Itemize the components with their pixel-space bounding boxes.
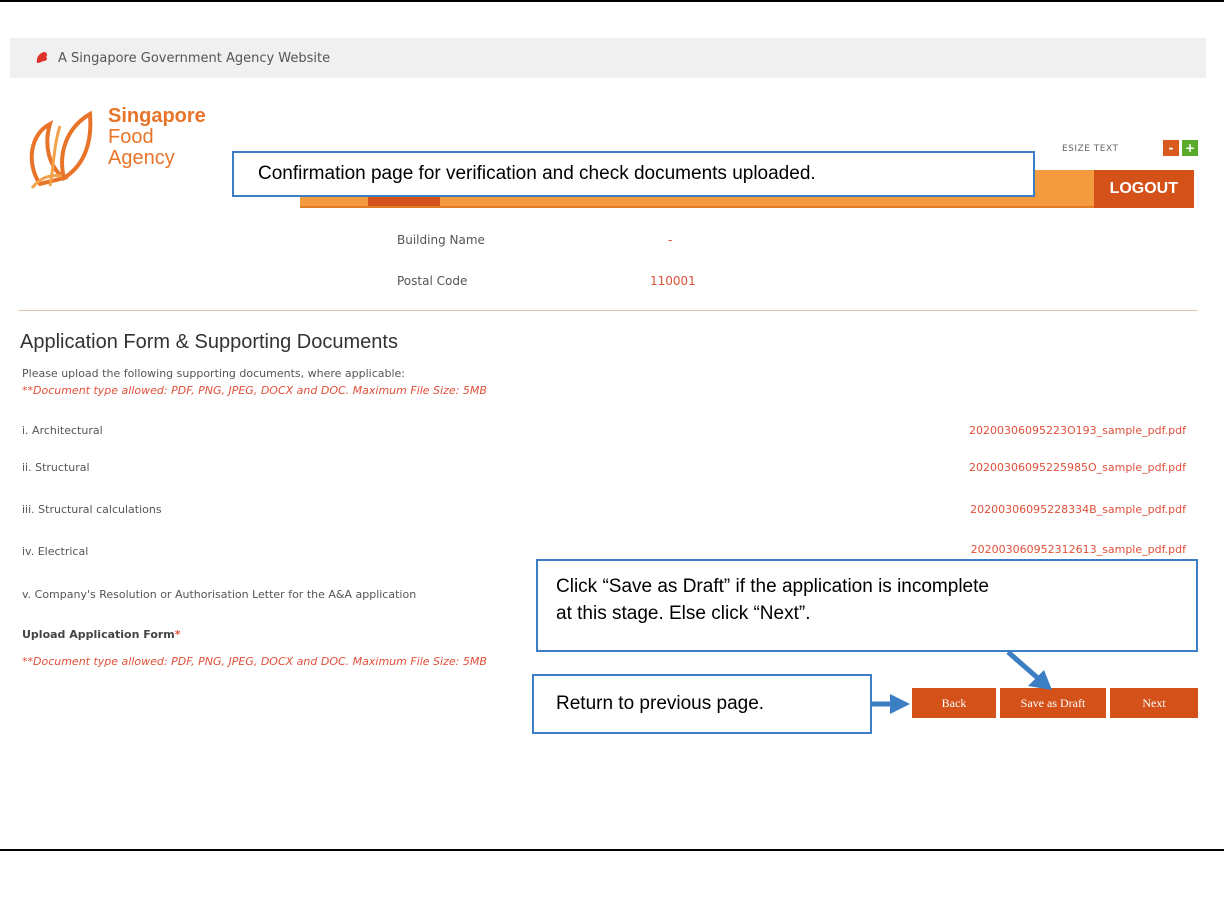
doc-file-electrical[interactable]: 202003060952312613_sample_pdf.pdf (971, 543, 1186, 556)
arrow-to-save-draft-icon (1006, 650, 1052, 690)
callout-draft-line-2: at this stage. Else click “Next”. (556, 603, 811, 624)
callout-draft-line-1: Click “Save as Draft” if the application… (556, 576, 989, 597)
callout-confirmation-text: Confirmation page for verification and c… (258, 163, 816, 184)
callout-back: Return to previous page. (532, 674, 872, 734)
frame-top-line (0, 0, 1224, 2)
logo-line-1: Singapore (108, 105, 206, 127)
building-name-value: - (668, 233, 673, 247)
postal-code-value: 110001 (650, 274, 696, 288)
government-masthead: A Singapore Government Agency Website (10, 38, 1206, 78)
callout-back-text: Return to previous page. (556, 693, 765, 714)
doc-label-structural-calculations: iii. Structural calculations (22, 503, 162, 516)
section-description: Please upload the following supporting d… (22, 367, 406, 380)
resize-text-label: ESIZE TEXT (1062, 144, 1119, 154)
increase-text-button[interactable]: + (1182, 140, 1198, 156)
section-title: Application Form & Supporting Documents (20, 331, 398, 353)
sfa-logo[interactable]: Singapore Food Agency (20, 104, 230, 196)
upload-label-text: Upload Application Form (22, 628, 175, 641)
section-divider (18, 310, 1198, 311)
postal-code-label: Postal Code (397, 274, 468, 288)
required-marker: * (174, 628, 181, 641)
sfa-leaf-icon (29, 110, 93, 189)
doc-label-electrical: iv. Electrical (22, 545, 89, 558)
doc-label-structural: ii. Structural (22, 461, 90, 474)
masthead-text: A Singapore Government Agency Website (58, 50, 331, 66)
doc-label-authorisation-letter: v. Company's Resolution or Authorisation… (22, 588, 417, 601)
save-as-draft-button[interactable]: Save as Draft (1000, 688, 1106, 718)
logo-line-2: Food (108, 126, 154, 148)
logout-button[interactable]: LOGOUT (1093, 170, 1194, 208)
doc-label-architectural: i. Architectural (22, 424, 103, 437)
decrease-text-button[interactable]: - (1163, 140, 1179, 156)
next-button[interactable]: Next (1110, 688, 1198, 718)
logo-line-3: Agency (108, 147, 175, 169)
callout-confirmation: Confirmation page for verification and c… (232, 151, 1035, 197)
file-type-note: **Document type allowed: PDF, PNG, JPEG,… (22, 384, 487, 397)
back-button[interactable]: Back (912, 688, 996, 718)
callout-save-draft: Click “Save as Draft” if the application… (536, 559, 1198, 652)
doc-file-architectural[interactable]: 20200306095223O193_sample_pdf.pdf (969, 424, 1186, 437)
doc-file-structural-calculations[interactable]: 20200306095228334B_sample_pdf.pdf (970, 503, 1186, 516)
doc-file-structural[interactable]: 20200306095225985O_sample_pdf.pdf (969, 461, 1186, 474)
upload-file-type-note: **Document type allowed: PDF, PNG, JPEG,… (22, 655, 487, 668)
lion-head-icon (36, 52, 48, 63)
frame-bottom-line (0, 849, 1224, 851)
arrow-to-back-icon (872, 694, 910, 714)
upload-application-form-label: Upload Application Form* (22, 628, 181, 641)
building-name-label: Building Name (397, 233, 485, 247)
